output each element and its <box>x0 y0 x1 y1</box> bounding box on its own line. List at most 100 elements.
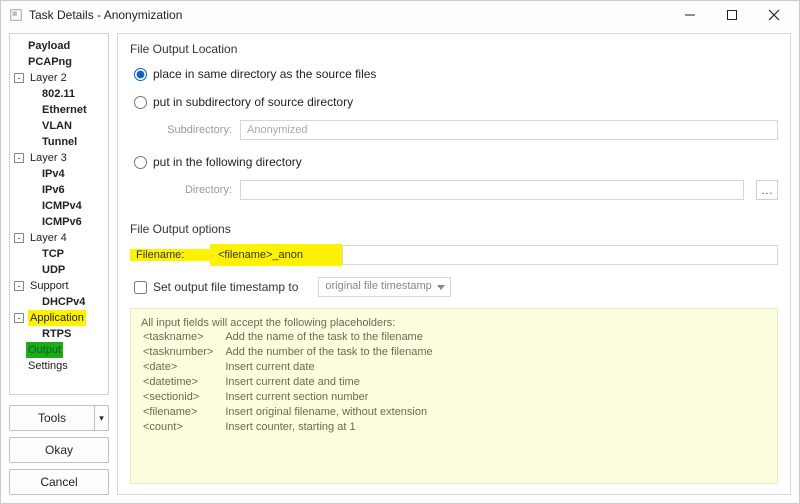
placeholder-key: <datetime> <box>143 376 223 389</box>
app-icon <box>9 8 23 22</box>
tree-toggle-icon[interactable]: - <box>14 233 24 243</box>
subdirectory-label: Subdirectory: <box>158 124 232 136</box>
timestamp-checkbox-label: Set output file timestamp to <box>153 280 298 294</box>
tree-item-icmpv6[interactable]: ICMPv6 <box>12 214 106 230</box>
browse-directory-button[interactable]: … <box>756 180 778 200</box>
tools-button-label: Tools <box>38 411 66 425</box>
tree-item-layer-2[interactable]: -Layer 2 <box>12 70 106 86</box>
directory-label: Directory: <box>158 184 232 196</box>
okay-button-label: Okay <box>45 443 73 457</box>
placeholder-desc: Add the number of the task to the filena… <box>225 346 442 359</box>
settings-tree[interactable]: PayloadPCAPng-Layer 2802.11EthernetVLANT… <box>9 33 109 395</box>
tree-item-label: TCP <box>40 246 66 262</box>
timestamp-select[interactable]: original file timestamp <box>318 277 450 297</box>
tree-item-tunnel[interactable]: Tunnel <box>12 134 106 150</box>
tree-item-label: IPv4 <box>40 166 67 182</box>
tree-item-label: RTPS <box>40 326 73 342</box>
tree-item-label: ICMPv4 <box>40 198 84 214</box>
radio-subdirectory-input[interactable] <box>134 96 147 109</box>
filename-input[interactable] <box>216 248 336 262</box>
tree-item-label: Layer 3 <box>28 150 69 166</box>
sidebar: PayloadPCAPng-Layer 2802.11EthernetVLANT… <box>9 33 109 495</box>
subdirectory-input[interactable] <box>240 120 778 140</box>
placeholder-key: <date> <box>143 361 223 374</box>
tree-item-layer-3[interactable]: -Layer 3 <box>12 150 106 166</box>
tree-item-label: PCAPng <box>26 54 74 70</box>
minimize-button[interactable] <box>669 1 711 29</box>
tree-toggle-icon[interactable]: - <box>14 73 24 83</box>
placeholder-desc: Insert current section number <box>225 391 442 404</box>
tree-item-icmpv4[interactable]: ICMPv4 <box>12 198 106 214</box>
tree-item-802-11[interactable]: 802.11 <box>12 86 106 102</box>
placeholder-desc: Insert counter, starting at 1 <box>225 421 442 434</box>
tree-item-ipv4[interactable]: IPv4 <box>12 166 106 182</box>
tree-item-support[interactable]: -Support <box>12 278 106 294</box>
tree-item-output[interactable]: Output <box>12 342 106 358</box>
radio-following-directory[interactable]: put in the following directory <box>134 152 778 172</box>
tree-item-label: DHCPv4 <box>40 294 87 310</box>
tree-item-label: Output <box>26 342 63 358</box>
radio-following-directory-label: put in the following directory <box>153 155 302 169</box>
tree-item-label: VLAN <box>40 118 74 134</box>
titlebar: Task Details - Anonymization <box>1 1 799 29</box>
tree-item-label: Settings <box>26 358 70 374</box>
radio-following-directory-input[interactable] <box>134 156 147 169</box>
tree-item-payload[interactable]: Payload <box>12 38 106 54</box>
placeholder-key: <sectionid> <box>143 391 223 404</box>
tree-toggle-icon[interactable]: - <box>14 281 24 291</box>
tree-toggle-icon[interactable]: - <box>14 313 24 323</box>
file-output-options-title: File Output options <box>130 222 778 236</box>
tree-toggle-icon[interactable]: - <box>14 153 24 163</box>
directory-input[interactable] <box>240 180 744 200</box>
maximize-button[interactable] <box>711 1 753 29</box>
tree-item-ipv6[interactable]: IPv6 <box>12 182 106 198</box>
tree-item-udp[interactable]: UDP <box>12 262 106 278</box>
placeholder-help-table: <taskname>Add the name of the task to th… <box>141 329 445 436</box>
tree-item-settings[interactable]: Settings <box>12 358 106 374</box>
tree-item-label: Payload <box>26 38 72 54</box>
radio-subdirectory[interactable]: put in subdirectory of source directory <box>134 92 778 112</box>
placeholder-help-panel: All input fields will accept the followi… <box>130 308 778 484</box>
placeholder-key: <filename> <box>143 406 223 419</box>
task-details-window: Task Details - Anonymization PayloadPCAP… <box>0 0 800 504</box>
placeholder-help-row: <datetime>Insert current date and time <box>143 376 443 389</box>
filename-label: Filename: <box>130 249 210 261</box>
placeholder-help-row: <tasknumber>Add the number of the task t… <box>143 346 443 359</box>
tree-item-label: Application <box>28 310 86 326</box>
placeholder-key: <count> <box>143 421 223 434</box>
main-panel: File Output Location place in same direc… <box>117 33 791 495</box>
tree-item-label: 802.11 <box>40 86 77 102</box>
tree-item-label: IPv6 <box>40 182 67 198</box>
placeholder-desc: Add the name of the task to the filename <box>225 331 442 344</box>
tree-item-pcapng[interactable]: PCAPng <box>12 54 106 70</box>
tree-item-label: Ethernet <box>40 102 89 118</box>
window-title: Task Details - Anonymization <box>29 8 669 22</box>
filename-row: Filename: <box>130 244 778 266</box>
tree-item-application[interactable]: -Application <box>12 310 106 326</box>
radio-same-directory[interactable]: place in same directory as the source fi… <box>134 64 778 84</box>
tree-item-dhcpv4[interactable]: DHCPv4 <box>12 294 106 310</box>
tree-item-layer-4[interactable]: -Layer 4 <box>12 230 106 246</box>
tree-item-label: Tunnel <box>40 134 79 150</box>
placeholder-help-row: <sectionid>Insert current section number <box>143 391 443 404</box>
tools-button[interactable]: Tools ▾ <box>9 405 109 431</box>
placeholder-desc: Insert current date and time <box>225 376 442 389</box>
close-button[interactable] <box>753 1 795 29</box>
okay-button[interactable]: Okay <box>9 437 109 463</box>
tree-item-vlan[interactable]: VLAN <box>12 118 106 134</box>
cancel-button[interactable]: Cancel <box>9 469 109 495</box>
placeholder-help-row: <date>Insert current date <box>143 361 443 374</box>
caret-down-icon[interactable]: ▾ <box>94 406 108 430</box>
timestamp-checkbox[interactable] <box>134 281 147 294</box>
radio-same-directory-input[interactable] <box>134 68 147 81</box>
placeholder-help-row: <count>Insert counter, starting at 1 <box>143 421 443 434</box>
tree-item-label: Support <box>28 278 71 294</box>
tree-item-tcp[interactable]: TCP <box>12 246 106 262</box>
tree-item-ethernet[interactable]: Ethernet <box>12 102 106 118</box>
placeholder-key: <taskname> <box>143 331 223 344</box>
tree-item-rtps[interactable]: RTPS <box>12 326 106 342</box>
placeholder-help-row: <taskname>Add the name of the task to th… <box>143 331 443 344</box>
tree-item-label: Layer 2 <box>28 70 69 86</box>
filename-input-extension[interactable] <box>342 245 778 265</box>
placeholder-desc: Insert current date <box>225 361 442 374</box>
